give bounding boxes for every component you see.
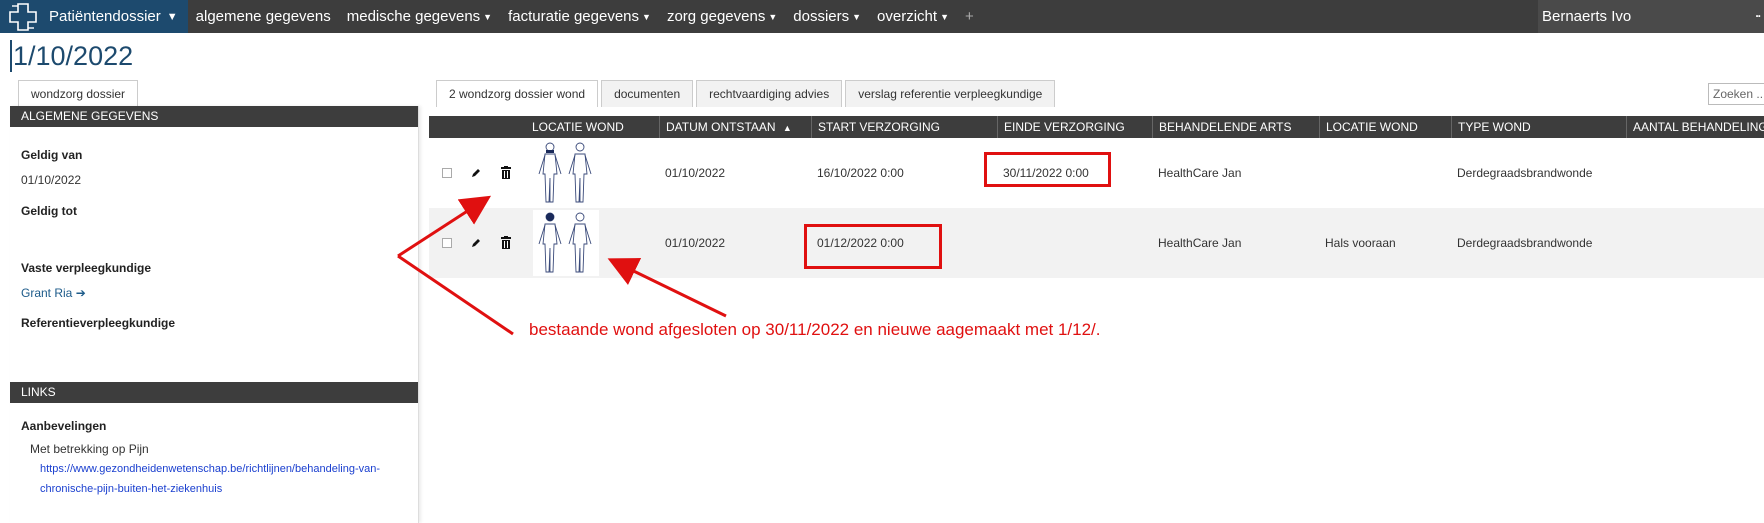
user-name: Bernaerts Ivo	[1542, 8, 1632, 25]
top-navigation-bar: Patiëntendossier ▼ algemene gegevens med…	[0, 0, 1764, 33]
locatie-wond-cell: Hals vooraan	[1325, 236, 1396, 250]
row-checkbox[interactable]	[442, 138, 452, 208]
chevron-down-icon: ▼	[166, 10, 178, 23]
referentieverpleegkundige-label: Referentieverpleegkundige	[21, 316, 176, 330]
behandelende-arts-cell: HealthCare Jan	[1158, 166, 1242, 180]
annotation-text: bestaande wond afgesloten op 30/11/2022 …	[529, 320, 1101, 339]
chevron-down-icon: ▼	[642, 11, 651, 22]
highlight-box-start	[804, 224, 942, 269]
nav-label: zorg gegevens	[666, 8, 766, 25]
app-logo[interactable]	[0, 0, 45, 33]
column-header-datum-ontstaan[interactable]: DATUM ONTSTAAN ▲	[659, 116, 792, 138]
geldig-van-value: 01/10/2022	[21, 173, 82, 187]
geldig-van-label: Geldig van	[21, 148, 83, 162]
chevron-down-icon: ▼	[483, 11, 493, 22]
column-header-aantal-behandeling[interactable]: AANTAL BEHANDELING	[1626, 116, 1764, 138]
vaste-verpleegkundige-value: Grant Ria	[21, 286, 73, 300]
body-outline-icon	[538, 212, 592, 273]
tab-wondzorg-dossier-wond[interactable]: 2 wondzorg dossier wond	[436, 80, 599, 107]
row-checkbox[interactable]	[442, 208, 452, 278]
geldig-tot-label: Geldig tot	[21, 204, 77, 218]
highlight-box-einde	[984, 152, 1111, 187]
search-input[interactable]: Zoeken ...	[1708, 83, 1764, 105]
type-wond-cell: Derdegraadsbrandwonde	[1457, 236, 1593, 250]
add-tab-button[interactable]: +	[957, 8, 982, 25]
user-menu[interactable]: Bernaerts Ivo ..	[1538, 0, 1764, 33]
wound-table: LOCATIE WOND DATUM ONTSTAAN ▲ START VERZ…	[429, 116, 1764, 278]
edit-pencil-icon[interactable]	[470, 208, 482, 278]
behandelende-arts-cell: HealthCare Jan	[1158, 236, 1242, 250]
column-header-start-verzorging[interactable]: START VERZORGING	[811, 116, 940, 138]
column-header-type-wond[interactable]: TYPE WOND	[1451, 116, 1531, 138]
trash-icon[interactable]	[500, 208, 512, 278]
vaste-verpleegkundige-label: Vaste verpleegkundige	[21, 261, 152, 275]
column-header-einde-verzorging[interactable]: EINDE VERZORGING	[997, 116, 1125, 138]
trash-icon[interactable]	[500, 138, 512, 208]
nav-dossiers[interactable]: dossiers ▼	[785, 0, 869, 33]
column-header-locatie-wond[interactable]: LOCATIE WOND	[526, 116, 624, 138]
nav-algemene-gegevens[interactable]: algemene gegevens	[188, 0, 339, 33]
brand-menu[interactable]: Patiëntendossier ▼	[45, 0, 188, 33]
left-detail-panel: ALGEMENE GEGEVENS Geldig van 01/10/2022 …	[10, 106, 419, 523]
guideline-link[interactable]: https://www.gezondheidenwetenschap.be/ri…	[40, 459, 420, 499]
more-icon[interactable]: ..	[1755, 6, 1761, 20]
nav-facturatie-gegevens[interactable]: facturatie gegevens ▼	[500, 0, 659, 33]
brand-label: Patiëntendossier	[49, 8, 161, 25]
column-header-behandelende-arts[interactable]: BEHANDELENDE ARTS	[1152, 116, 1292, 138]
cross-logo-icon	[8, 2, 37, 31]
sort-ascending-icon: ▲	[782, 123, 792, 133]
datum-ontstaan-cell: 01/10/2022	[665, 166, 726, 180]
right-tab-strip: 2 wondzorg dossier wond documenten recht…	[436, 80, 1056, 107]
arrow-right-icon: ➔	[75, 286, 86, 300]
betrekking-text: Met betrekking op Pijn	[30, 442, 149, 456]
chevron-down-icon: ▼	[940, 11, 949, 22]
page-title: 1/10/2022	[10, 40, 133, 72]
tab-verslag-referentie[interactable]: verslag referentie verpleegkundige	[845, 80, 1056, 107]
chevron-down-icon: ▼	[768, 11, 778, 22]
left-tab-strip: wondzorg dossier	[18, 80, 139, 107]
type-wond-cell: Derdegraadsbrandwonde	[1457, 166, 1593, 180]
table-header: LOCATIE WOND DATUM ONTSTAAN ▲ START VERZ…	[429, 116, 1764, 138]
tab-documenten[interactable]: documenten	[601, 80, 694, 107]
table-row[interactable]: 01/10/2022 01/12/2022 0:00 HealthCare Ja…	[429, 208, 1764, 278]
section-header-links: LINKS	[10, 382, 418, 403]
tab-rechtvaardiging-advies[interactable]: rechtvaardiging advies	[696, 80, 843, 107]
body-map-image[interactable]	[533, 210, 599, 276]
nav-label: facturatie gegevens	[508, 8, 640, 25]
nav-label: dossiers	[793, 8, 850, 25]
column-header-locatie-wond-2[interactable]: LOCATIE WOND	[1319, 116, 1418, 138]
aanbevelingen-label: Aanbevelingen	[21, 419, 107, 433]
tab-wondzorg-dossier[interactable]: wondzorg dossier	[18, 80, 139, 107]
vaste-verpleegkundige-link[interactable]: Grant Ria ➔	[21, 286, 418, 300]
chevron-down-icon: ▼	[852, 11, 862, 22]
nav-label: medische gegevens	[346, 8, 481, 25]
start-verzorging-cell: 16/10/2022 0:00	[817, 166, 904, 180]
edit-pencil-icon[interactable]	[470, 138, 482, 208]
column-header-label: DATUM ONTSTAAN	[666, 120, 776, 134]
datum-ontstaan-cell: 01/10/2022	[665, 236, 726, 250]
section-header-algemene: ALGEMENE GEGEVENS	[10, 106, 418, 127]
nav-label: algemene gegevens	[195, 8, 331, 25]
nav-label: overzicht	[877, 8, 938, 25]
body-map-image[interactable]	[533, 140, 599, 206]
nav-overzicht[interactable]: overzicht ▼	[869, 0, 957, 33]
nav-zorg-gegevens[interactable]: zorg gegevens ▼	[659, 0, 785, 33]
nav-medische-gegevens[interactable]: medische gegevens ▼	[339, 0, 500, 33]
body-outline-icon	[538, 142, 592, 203]
